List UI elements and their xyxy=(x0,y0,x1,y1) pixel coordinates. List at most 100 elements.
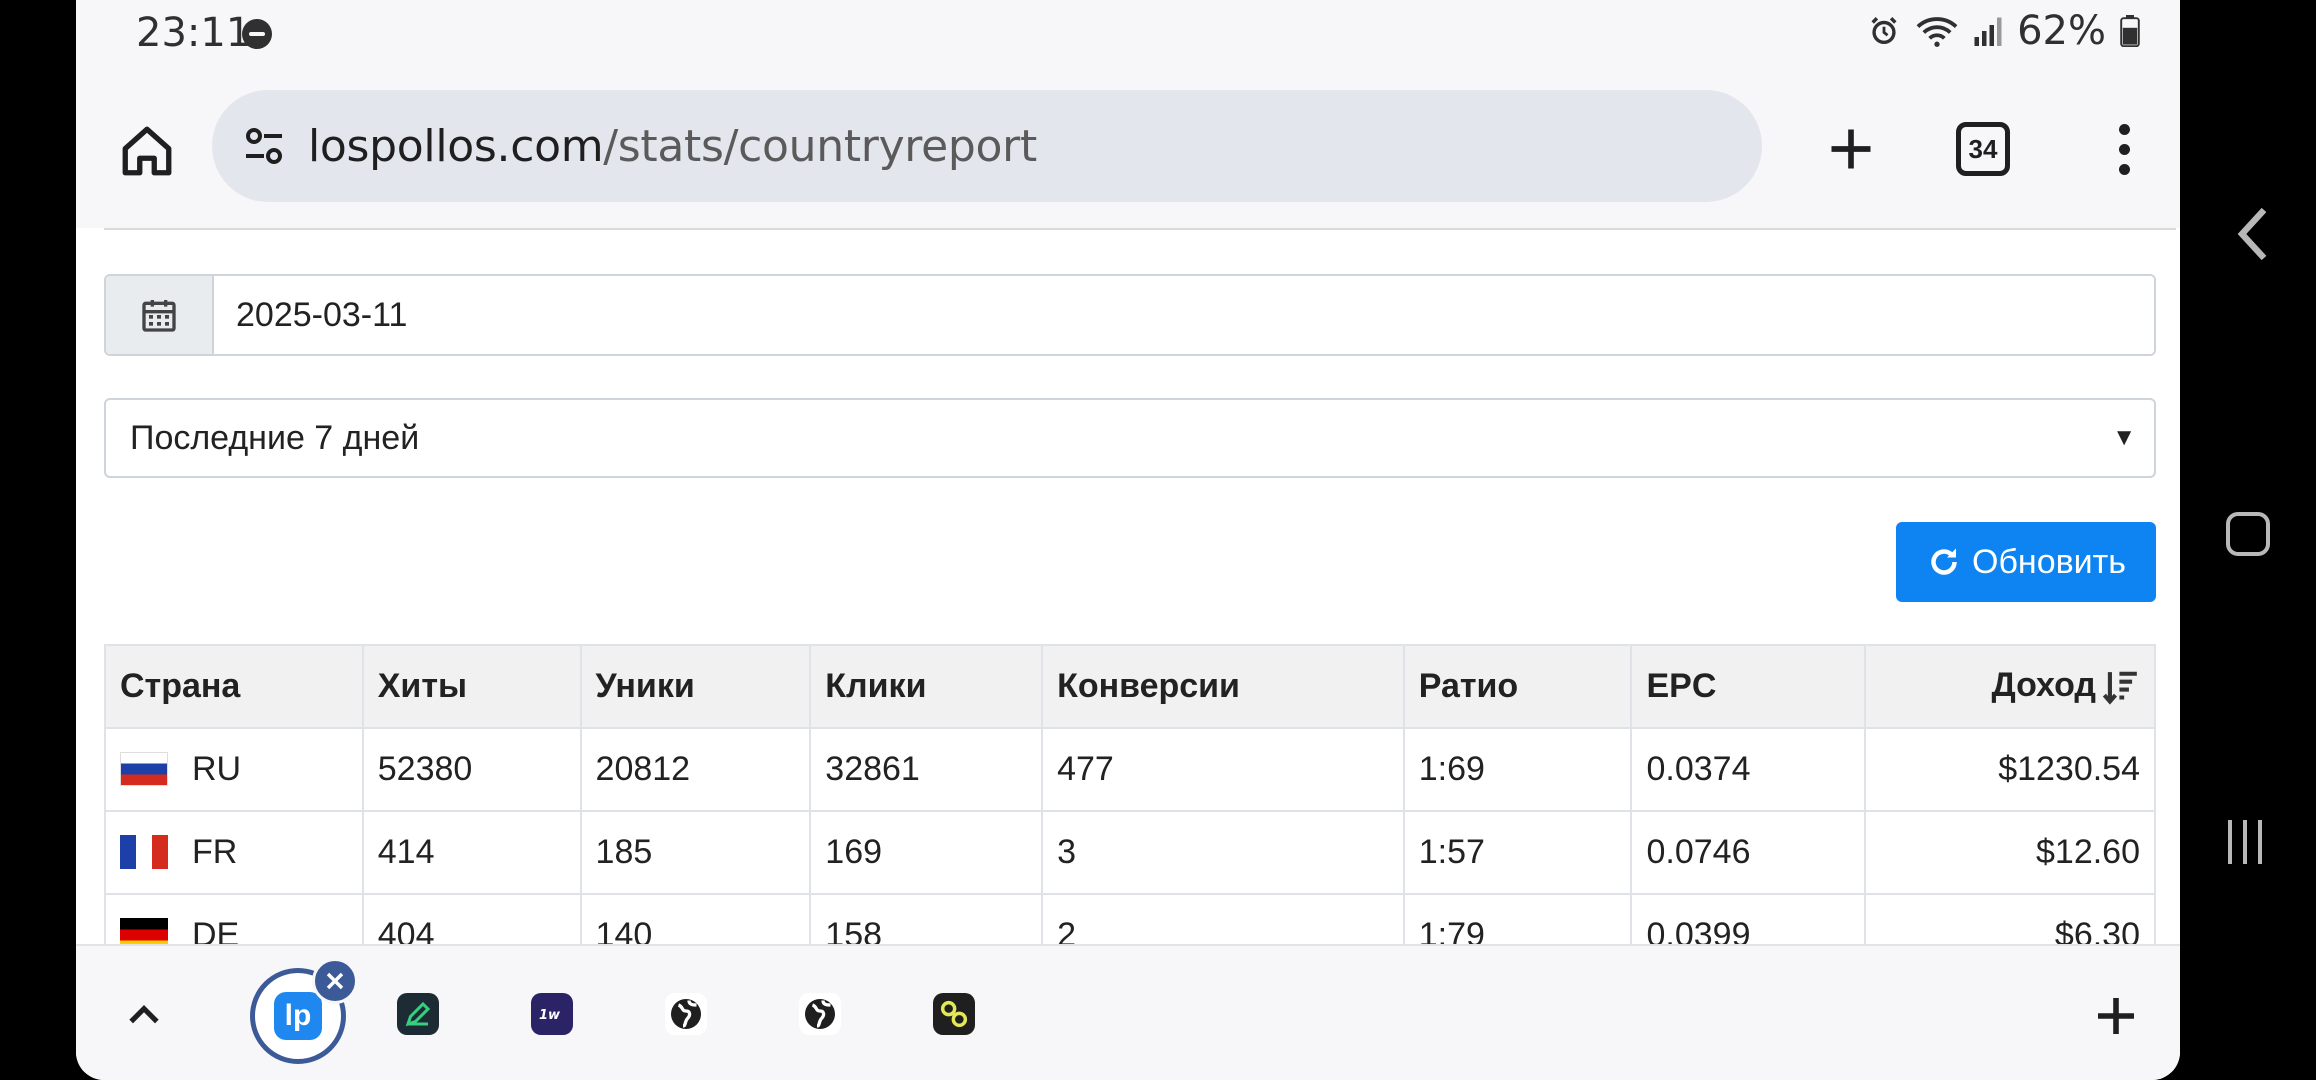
tab-6[interactable] xyxy=(924,984,984,1044)
back-chevron-icon xyxy=(2237,207,2267,261)
country-cell: RU xyxy=(104,727,364,812)
close-tab-button[interactable] xyxy=(312,958,358,1004)
tab-switcher-button[interactable]: 34 xyxy=(1956,122,2010,176)
url-bar[interactable]: lospollos.com/stats/countryreport xyxy=(212,90,1762,202)
revenue-cell: $6.30 xyxy=(1864,893,2156,944)
table-header-row: Страна Хиты Уники Клики Конверсии Ратио … xyxy=(104,644,2156,729)
site-settings-icon[interactable] xyxy=(240,122,288,170)
battery-icon xyxy=(2120,15,2140,47)
column-header-epc[interactable]: EPC xyxy=(1630,644,1867,729)
table-row: RU 52380 20812 32861 477 1:69 0.0374 $12… xyxy=(104,727,2156,812)
clicks-cell: 32861 xyxy=(809,727,1044,812)
edit-favicon-icon xyxy=(397,993,439,1035)
table-row: FR 414 185 169 3 1:57 0.0746 $12.60 xyxy=(104,810,2156,895)
country-cell: FR xyxy=(104,810,364,895)
page-content: Последние 7 дней ▼ Обновить Страна Хиты … xyxy=(76,228,2180,944)
globe-icon xyxy=(665,993,707,1035)
browser-toolbar: lospollos.com/stats/countryreport 34 xyxy=(76,66,2180,228)
date-picker-group[interactable] xyxy=(104,274,2156,356)
calendar-button[interactable] xyxy=(106,276,214,354)
country-report-table: Страна Хиты Уники Клики Конверсии Ратио … xyxy=(104,644,2156,944)
calendar-icon xyxy=(142,300,176,332)
home-icon xyxy=(122,126,172,176)
do-not-disturb-icon xyxy=(242,19,272,49)
globe-icon xyxy=(799,993,841,1035)
column-header-country[interactable]: Страна xyxy=(104,644,364,729)
lospollos-favicon-icon: lp xyxy=(274,992,322,1040)
uniques-cell: 20812 xyxy=(579,727,812,812)
1w-favicon-icon: 1w xyxy=(531,993,573,1035)
hits-cell: 52380 xyxy=(361,727,582,812)
add-tab-button[interactable] xyxy=(2086,986,2146,1046)
revenue-cell: $12.60 xyxy=(1864,810,2156,895)
caret-down-icon: ▼ xyxy=(2112,424,2136,451)
new-tab-button[interactable] xyxy=(1816,114,1886,184)
period-select[interactable]: Последние 7 дней ▼ xyxy=(104,398,2156,478)
revenue-cell: $1230.54 xyxy=(1864,727,2156,812)
flag-de-icon xyxy=(120,918,168,944)
alarm-icon xyxy=(1871,17,1897,45)
home-nav-button[interactable] xyxy=(2226,512,2270,556)
column-header-uniques[interactable]: Уники xyxy=(579,644,812,729)
battery-percent: 62% xyxy=(2017,8,2106,54)
status-bar: 23:11 62% xyxy=(76,0,2180,66)
conversions-cell: 477 xyxy=(1041,727,1405,812)
link-favicon-icon xyxy=(933,993,975,1035)
hits-cell: 414 xyxy=(361,810,582,895)
column-header-ratio[interactable]: Ратио xyxy=(1402,644,1633,729)
column-header-clicks[interactable]: Клики xyxy=(809,644,1044,729)
uniques-cell: 185 xyxy=(579,810,812,895)
ratio-cell: 1:79 xyxy=(1402,893,1633,944)
svg-text:1w: 1w xyxy=(539,1008,561,1023)
refresh-button[interactable]: Обновить xyxy=(1896,522,2156,602)
chevron-up-icon xyxy=(129,1005,159,1024)
tab-5[interactable] xyxy=(790,984,850,1044)
url-domain: lospollos.com xyxy=(308,120,604,172)
country-code: RU xyxy=(192,750,242,788)
uniques-cell: 140 xyxy=(579,893,812,944)
bottom-tab-strip: lp 1w xyxy=(76,944,2180,1080)
hits-cell: 404 xyxy=(361,893,582,944)
column-header-revenue[interactable]: Доход xyxy=(1864,644,2156,729)
recent-apps-button[interactable] xyxy=(2228,820,2262,864)
divider xyxy=(104,228,2176,230)
expand-tabs-button[interactable] xyxy=(116,988,172,1044)
wifi-icon xyxy=(1916,17,1958,47)
signal-icon xyxy=(1974,17,2002,46)
url-text: lospollos.com/stats/countryreport xyxy=(308,121,1037,172)
flag-ru-icon xyxy=(120,752,168,787)
status-icons: 62% xyxy=(1867,8,2140,54)
refresh-icon xyxy=(1931,548,1957,575)
clicks-cell: 169 xyxy=(809,810,1044,895)
country-code: FR xyxy=(192,833,238,871)
column-header-hits[interactable]: Хиты xyxy=(361,644,582,729)
conversions-cell: 2 xyxy=(1041,893,1405,944)
back-button[interactable] xyxy=(2234,204,2270,269)
tab-3[interactable]: 1w xyxy=(522,984,582,1044)
epc-cell: 0.0374 xyxy=(1630,727,1867,812)
home-button[interactable] xyxy=(112,116,182,186)
date-input[interactable] xyxy=(214,276,2154,354)
ratio-cell: 1:69 xyxy=(1402,727,1633,812)
status-time: 23:11 xyxy=(136,10,252,56)
column-header-conversions[interactable]: Конверсии xyxy=(1041,644,1405,729)
plus-icon xyxy=(2098,998,2134,1034)
more-menu-button[interactable] xyxy=(2094,114,2154,184)
tab-2[interactable] xyxy=(388,984,448,1044)
period-select-value: Последние 7 дней xyxy=(130,418,420,457)
sort-desc-icon xyxy=(2102,671,2137,705)
epc-cell: 0.0746 xyxy=(1630,810,1867,895)
refresh-label: Обновить xyxy=(1972,542,2126,581)
table-row: DE 404 140 158 2 1:79 0.0399 $6.30 xyxy=(104,893,2156,944)
conversions-cell: 3 xyxy=(1041,810,1405,895)
clicks-cell: 158 xyxy=(809,893,1044,944)
plus-icon xyxy=(1831,129,1871,169)
ratio-cell: 1:57 xyxy=(1402,810,1633,895)
epc-cell: 0.0399 xyxy=(1630,893,1867,944)
revenue-header-label: Доход xyxy=(1991,666,2096,705)
country-code: DE xyxy=(192,916,240,944)
url-path: /stats/countryreport xyxy=(603,120,1037,172)
tab-4[interactable] xyxy=(656,984,716,1044)
flag-fr-icon xyxy=(120,835,168,870)
browser-window: 23:11 62% lospollos.com/stats/countryrep… xyxy=(76,0,2180,1080)
